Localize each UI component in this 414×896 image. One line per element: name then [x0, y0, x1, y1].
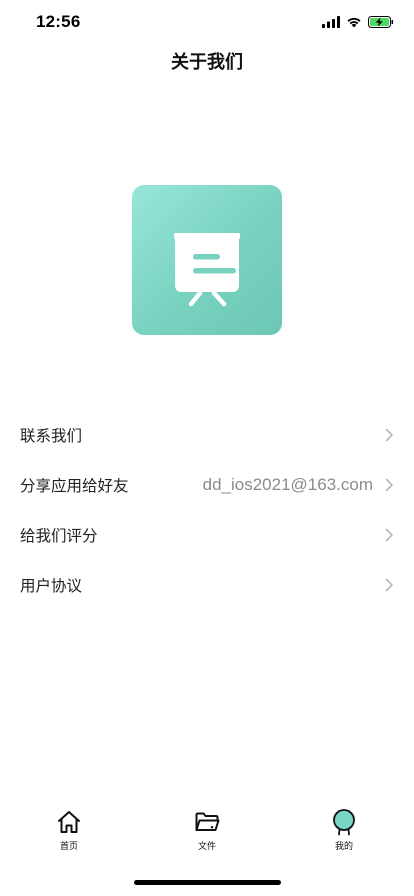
wifi-icon	[347, 17, 361, 28]
app-logo	[132, 185, 282, 335]
status-time: 12:56	[36, 12, 81, 31]
menu-item-user-agreement[interactable]: 用户协议	[0, 560, 414, 610]
home-icon	[58, 811, 80, 833]
presentation-board-icon	[174, 233, 240, 307]
status-icons	[322, 14, 394, 30]
tab-profile[interactable]: 我的	[304, 808, 384, 860]
tab-label: 我的	[334, 842, 353, 852]
menu-item-label: 给我们评分	[20, 527, 98, 545]
tab-home[interactable]: 首页	[29, 808, 109, 860]
about-menu-list: 联系我们 分享应用给好友 dd_ios2021@163.com 给我们评分 用户…	[0, 410, 414, 610]
chevron-right-icon	[385, 578, 393, 592]
menu-item-label: 分享应用给好友	[20, 477, 129, 495]
folder-icon	[195, 812, 220, 831]
page-title: 关于我们	[171, 52, 243, 73]
cellular-signal-icon	[322, 16, 340, 28]
tab-bar: 首页 文件 我的	[0, 808, 414, 860]
status-bar: 12:56	[0, 0, 414, 44]
tab-label: 首页	[59, 842, 78, 852]
tab-label: 文件	[197, 842, 216, 852]
menu-item-contact-us[interactable]: 联系我们	[0, 410, 414, 460]
chevron-right-icon	[385, 478, 393, 492]
tab-files[interactable]: 文件	[167, 808, 247, 860]
menu-item-rate-us[interactable]: 给我们评分	[0, 510, 414, 560]
menu-item-label: 联系我们	[20, 427, 83, 445]
chevron-right-icon	[385, 428, 393, 442]
contact-email: dd_ios2021@163.com	[202, 475, 373, 494]
profile-badge-icon	[333, 809, 355, 836]
home-indicator[interactable]	[134, 880, 281, 885]
battery-charging-icon	[368, 16, 394, 28]
chevron-right-icon	[385, 528, 393, 542]
menu-item-label: 用户协议	[20, 577, 83, 595]
menu-item-share-app[interactable]: 分享应用给好友 dd_ios2021@163.com	[0, 460, 414, 510]
